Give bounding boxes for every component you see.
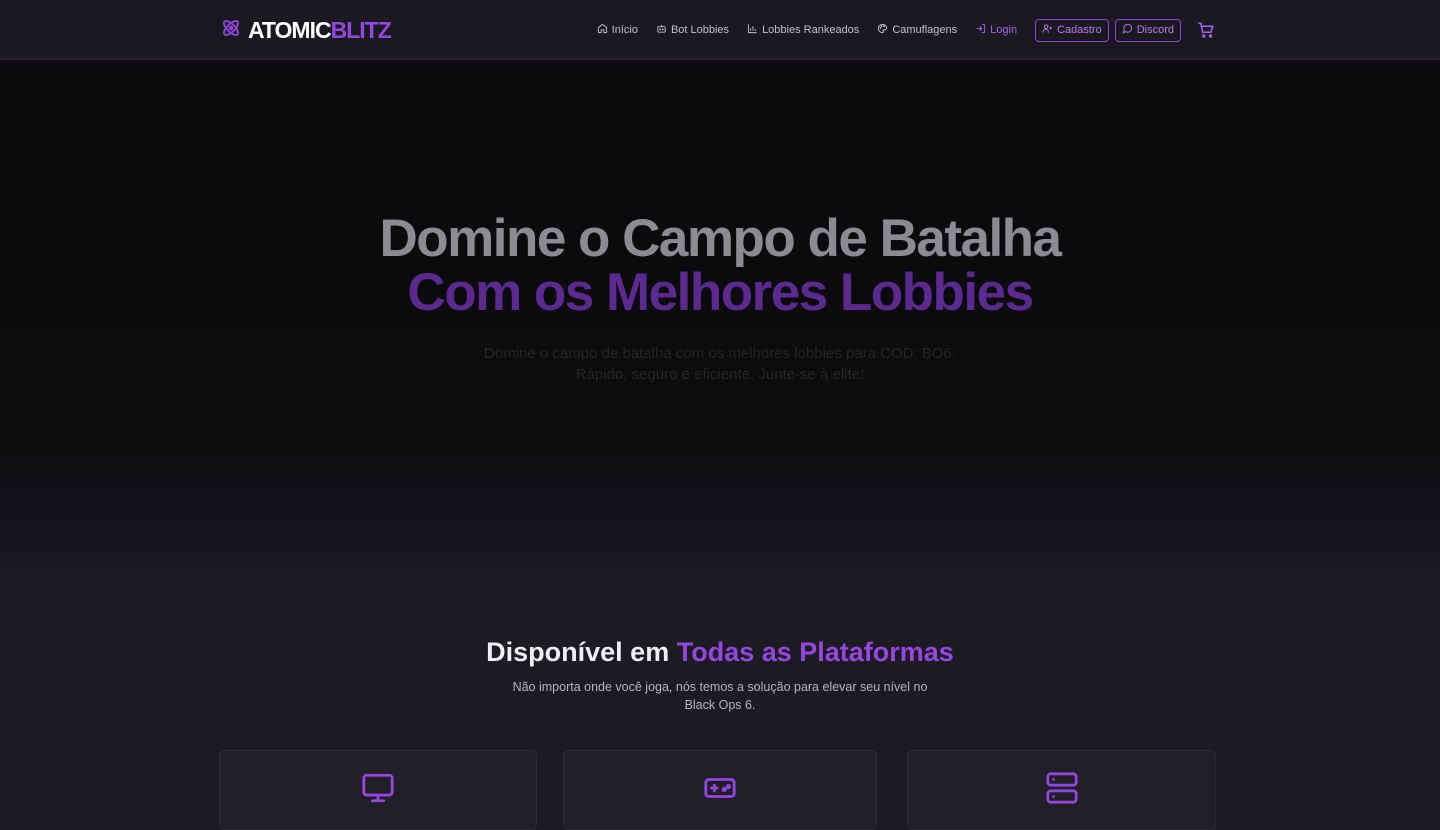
brand-name-part1: ATOMIC [248, 16, 332, 43]
chat-bubble-icon [1122, 23, 1133, 37]
nav-links: Início Bot Lobbies Lobbies Rankeados Cam… [597, 18, 1215, 42]
nav-login[interactable]: Login [975, 23, 1017, 37]
nav-inicio-label: Início [611, 24, 638, 36]
hero-subtitle-line1: Domine o campo de batalha com os melhore… [484, 345, 956, 362]
cadastro-button-label: Cadastro [1057, 24, 1102, 36]
platform-card-pc[interactable] [219, 750, 537, 830]
nav-bot-lobbies-label: Bot Lobbies [670, 24, 730, 36]
palette-icon [877, 23, 888, 37]
platforms-subtitle: Não importa onde você joga, nós temos a … [500, 678, 940, 714]
bar-chart-icon [747, 23, 758, 37]
nav-inicio[interactable]: Início [597, 23, 638, 37]
navbar: ATOMICBLITZ Início Bot Lobbies Lobbies R… [0, 0, 1440, 60]
login-icon [975, 23, 986, 37]
platforms-title-main: Disponível em [486, 637, 677, 667]
nav-camuflagens-label: Camuflagens [892, 24, 958, 36]
atom-icon [220, 17, 242, 44]
user-plus-icon [1042, 23, 1053, 37]
nav-lobbies-rankeados-label: Lobbies Rankeados [762, 24, 860, 36]
nav-login-label: Login [990, 24, 1018, 36]
home-icon [597, 23, 608, 37]
nav-camuflagens[interactable]: Camuflagens [877, 23, 957, 37]
hero-subtitle-line2: Rápido, seguro e eficiente. Junte-se à e… [575, 366, 865, 383]
hero-section: Domine o Campo de Batalha Com os Melhore… [0, 60, 1440, 580]
platform-card-console[interactable] [563, 750, 877, 830]
platforms-title: Disponível em Todas as Plataformas [0, 637, 1440, 668]
monitor-icon [361, 771, 395, 805]
platforms-subtitle-line2: Black Ops 6. [684, 698, 756, 712]
discord-button[interactable]: Discord [1114, 18, 1181, 42]
server-icon [1045, 771, 1079, 805]
platforms-subtitle-line1: Não importa onde você joga, nós temos a … [512, 680, 928, 694]
nav-bot-lobbies[interactable]: Bot Lobbies [656, 23, 729, 37]
brand-logo-link[interactable]: ATOMICBLITZ [220, 16, 392, 44]
platforms-title-accent: Todas as Plataformas [676, 637, 954, 667]
hero-title-line2: Com os Melhores Lobbies [407, 263, 1034, 322]
brand-name-part2: BLITZ [330, 16, 392, 43]
brand-name: ATOMICBLITZ [248, 16, 392, 44]
hero-title-line1: Domine o Campo de Batalha [379, 209, 1062, 268]
shopping-cart-icon [1197, 22, 1215, 43]
nav-lobbies-rankeados[interactable]: Lobbies Rankeados [747, 23, 859, 37]
discord-button-label: Discord [1136, 24, 1174, 36]
platform-card-server[interactable] [907, 750, 1216, 830]
cart-button[interactable] [1197, 21, 1215, 39]
cadastro-button[interactable]: Cadastro [1035, 18, 1109, 42]
hero-subtitle: Domine o campo de batalha com os melhore… [420, 343, 1020, 385]
bot-icon [656, 23, 667, 37]
gamepad-icon [703, 771, 737, 805]
